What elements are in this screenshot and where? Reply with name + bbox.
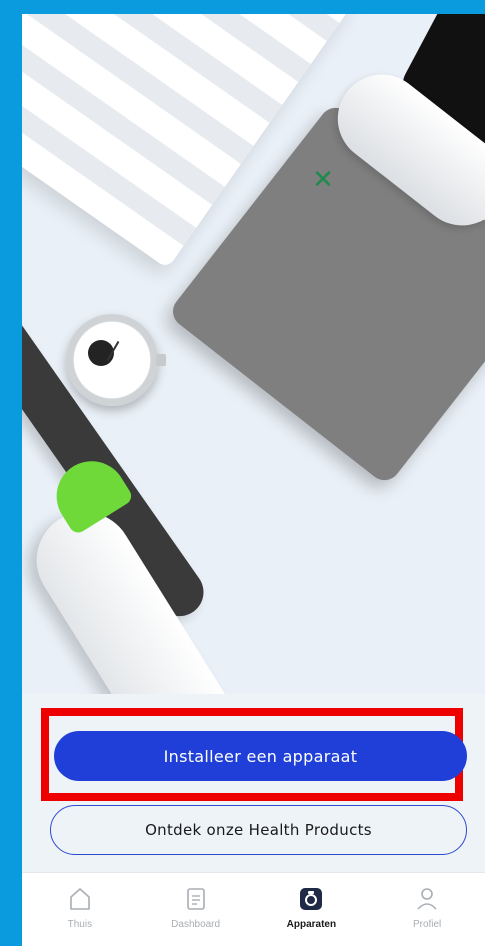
cuff-x-mark-icon: ✕ (312, 165, 334, 195)
dashboard-icon (181, 883, 211, 915)
hero-devices-image: ✕ (22, 14, 485, 694)
profile-icon (412, 883, 442, 915)
devices-screen: ✕ Installeer een apparaat Ontdek onze He… (22, 14, 485, 946)
discover-health-products-button[interactable]: Ontdek onze Health Products (50, 805, 467, 855)
tab-dashboard[interactable]: Dashboard (138, 873, 254, 946)
tab-label: Dashboard (171, 919, 221, 930)
tab-profiel[interactable]: Profiel (369, 873, 485, 946)
devices-icon (296, 883, 326, 915)
tab-apparaten[interactable]: Apparaten (254, 873, 370, 946)
tab-thuis[interactable]: Thuis (22, 873, 138, 946)
install-device-button[interactable]: Installeer een apparaat (54, 731, 467, 781)
tab-label: Thuis (67, 919, 93, 930)
tab-label: Profiel (412, 919, 442, 930)
bottom-tab-bar: Thuis Dashboard Apparaten Profiel (22, 872, 485, 946)
home-icon (65, 883, 95, 915)
watch-device (66, 314, 166, 406)
tab-label: Apparaten (286, 919, 337, 930)
